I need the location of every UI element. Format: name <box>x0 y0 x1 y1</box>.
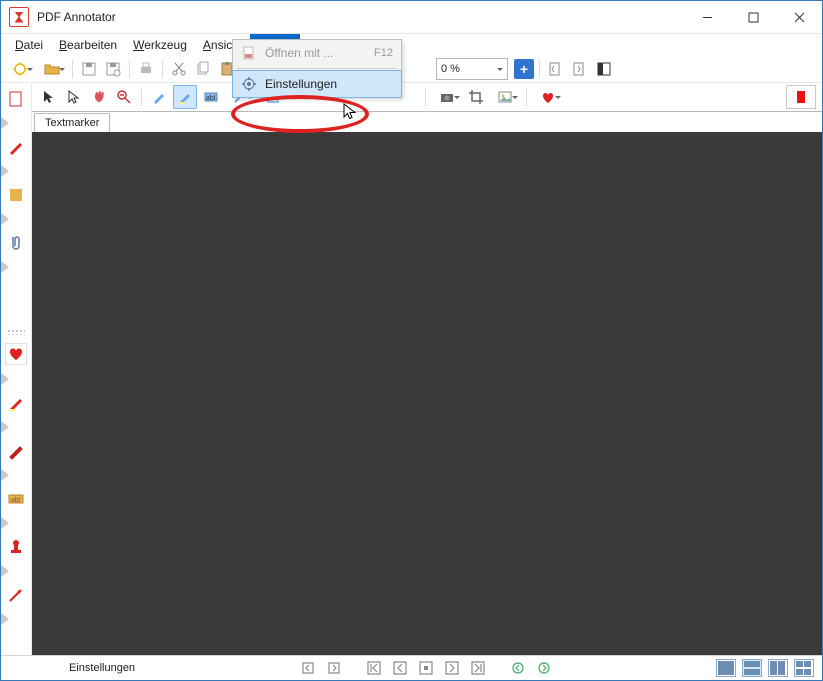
nav-prev[interactable] <box>390 659 410 677</box>
cursor-tool[interactable] <box>38 86 60 108</box>
layout-two-continuous[interactable] <box>794 659 814 677</box>
toolbar-tools: abI <box>32 83 822 112</box>
expand-tri-5[interactable] <box>1 373 9 385</box>
main-area: abI Textmarker <box>31 83 822 655</box>
expand-tri-10[interactable] <box>1 613 9 625</box>
arrow-icon[interactable] <box>6 585 26 605</box>
open-button[interactable] <box>37 58 67 80</box>
svg-text:abI: abI <box>11 497 21 504</box>
expand-tri-2[interactable] <box>1 165 9 177</box>
new-button[interactable] <box>5 58 35 80</box>
page-next-button[interactable] <box>569 58 591 80</box>
pencil-icon[interactable] <box>6 441 26 461</box>
expand-tri-9[interactable] <box>1 565 9 577</box>
expand-tri-1[interactable] <box>1 117 9 129</box>
nav-doc-next[interactable] <box>324 659 344 677</box>
text-tool[interactable]: abI <box>200 86 222 108</box>
dropdown-open-with[interactable]: Öffnen mit ... F12 <box>233 40 401 66</box>
close-button[interactable] <box>776 1 822 33</box>
dropdown-open-with-shortcut: F12 <box>374 47 393 59</box>
page-prev-button[interactable] <box>545 58 567 80</box>
sep-dots <box>7 329 25 335</box>
gear-icon <box>241 76 257 92</box>
titlebar: PDF Annotator <box>1 1 822 34</box>
favorite-heart-icon[interactable] <box>5 343 27 365</box>
menu-edit[interactable]: Bearbeiten <box>51 34 125 56</box>
note-icon[interactable] <box>6 185 26 205</box>
tab-row: Textmarker <box>32 112 822 132</box>
dropdown-settings[interactable]: Einstellungen <box>232 70 402 98</box>
document-canvas[interactable] <box>32 132 822 655</box>
minimize-button[interactable] <box>684 1 730 33</box>
layout-single[interactable] <box>716 659 736 677</box>
stamp-icon[interactable] <box>6 537 26 557</box>
favorites-heart-tool[interactable] <box>533 86 563 108</box>
print-button[interactable] <box>135 58 157 80</box>
expand-tri-6[interactable] <box>1 421 9 433</box>
dropdown-open-with-label: Öffnen mit ... <box>265 46 333 60</box>
statusbar: Einstellungen <box>1 655 822 680</box>
pan-tool[interactable] <box>88 86 110 108</box>
nav-back[interactable] <box>508 659 528 677</box>
pdf-doc-icon <box>241 45 257 61</box>
expand-tri-4[interactable] <box>1 261 9 273</box>
app-icon <box>9 7 29 27</box>
save-button[interactable] <box>78 58 100 80</box>
menu-file[interactable]: Datei <box>7 34 51 56</box>
copy-button[interactable] <box>192 58 214 80</box>
menu-tool[interactable]: Werkzeug <box>125 34 195 56</box>
image-tool[interactable] <box>490 86 520 108</box>
expand-tri-8[interactable] <box>1 517 9 529</box>
nav-first[interactable] <box>364 659 384 677</box>
tab-textmarker[interactable]: Textmarker <box>34 113 110 132</box>
nav-last[interactable] <box>468 659 488 677</box>
highlighter-icon[interactable] <box>6 393 26 413</box>
pen-red-icon[interactable] <box>6 137 26 157</box>
crop-tool[interactable] <box>465 86 487 108</box>
svg-text:abI: abI <box>206 95 216 102</box>
save-as-button[interactable] <box>102 58 124 80</box>
textbox-icon[interactable]: abI <box>6 489 26 509</box>
status-text: Einstellungen <box>69 662 135 674</box>
dropdown-separator <box>237 68 397 69</box>
expand-tri-7[interactable] <box>1 469 9 481</box>
app-window: PDF Annotator Datei Bearbeiten Werkzeug … <box>0 0 823 681</box>
sidebar-toggle-button[interactable] <box>593 58 615 80</box>
nav-forward[interactable] <box>534 659 554 677</box>
marker-tool[interactable] <box>173 85 197 109</box>
pen-tool[interactable] <box>148 86 170 108</box>
nav-doc-prev[interactable] <box>298 659 318 677</box>
maximize-button[interactable] <box>730 1 776 33</box>
expand-tri-3[interactable] <box>1 213 9 225</box>
zoom-combo[interactable]: 0 % <box>436 58 508 80</box>
nav-next[interactable] <box>442 659 462 677</box>
dropdown-settings-label: Einstellungen <box>265 77 337 91</box>
page-icon[interactable] <box>6 89 26 109</box>
layout-continuous[interactable] <box>742 659 762 677</box>
nav-stop[interactable] <box>416 659 436 677</box>
window-title: PDF Annotator <box>37 10 116 24</box>
left-toolbox: abI <box>1 83 31 655</box>
zoom-plus-button[interactable]: + <box>514 59 534 79</box>
zoom-out-tool[interactable] <box>113 86 135 108</box>
select-tool[interactable] <box>63 86 85 108</box>
current-color-box[interactable] <box>786 85 816 109</box>
layout-two-page[interactable] <box>768 659 788 677</box>
toolbar-main: 0 % + <box>1 56 822 83</box>
extras-dropdown: Öffnen mit ... F12 Einstellungen <box>232 39 402 98</box>
menubar: Datei Bearbeiten Werkzeug Ansicht Extras… <box>1 34 822 56</box>
clip-icon[interactable] <box>6 233 26 253</box>
cut-button[interactable] <box>168 58 190 80</box>
camera-tool[interactable] <box>432 86 462 108</box>
